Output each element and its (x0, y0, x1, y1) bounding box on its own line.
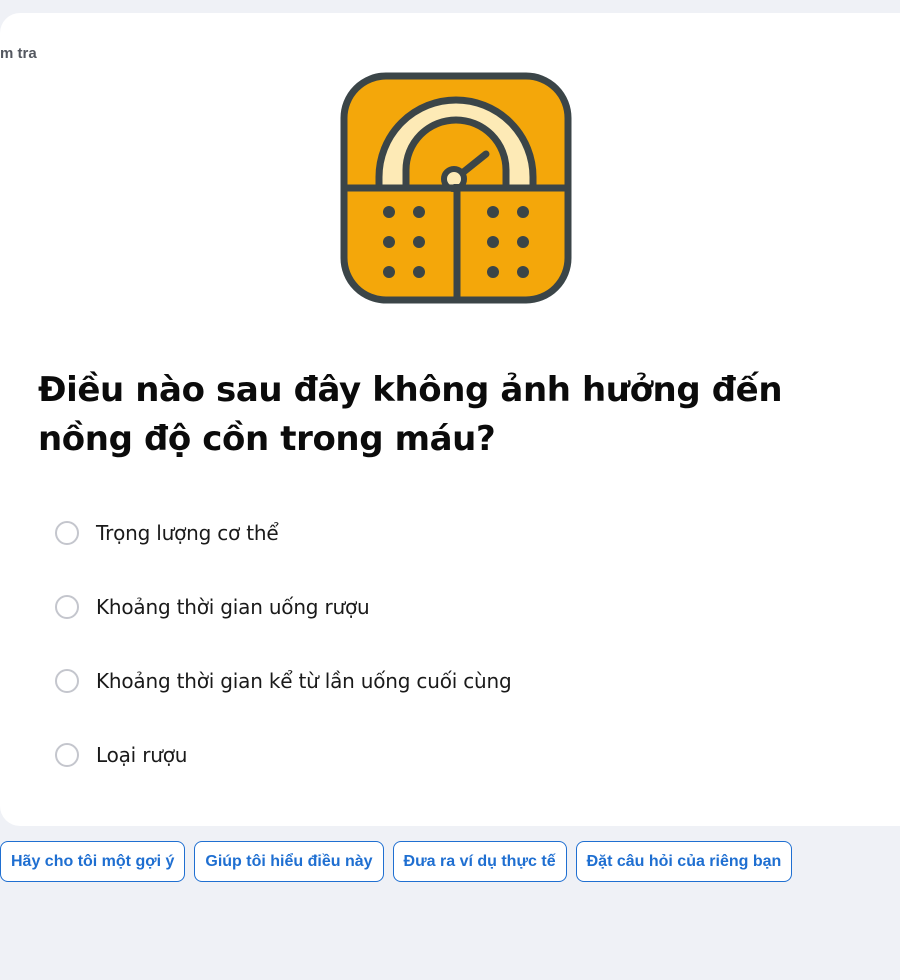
explain-button[interactable]: Giúp tôi hiểu điều này (194, 841, 384, 882)
answer-option-label: Khoảng thời gian uống rượu (96, 595, 370, 619)
suggestion-chips: Hãy cho tôi một gợi ý Giúp tôi hiểu điều… (0, 841, 793, 882)
answer-option-3[interactable]: Khoảng thời gian kể từ lần uống cuối cùn… (55, 660, 815, 702)
answer-option-label: Loại rượu (96, 743, 188, 767)
real-example-button[interactable]: Đưa ra ví dụ thực tế (392, 841, 567, 882)
answer-option-2[interactable]: Khoảng thời gian uống rượu (55, 586, 815, 628)
answer-option-1[interactable]: Trọng lượng cơ thể (55, 512, 815, 554)
radio-button-2[interactable] (55, 595, 79, 619)
hint-button[interactable]: Hãy cho tôi một gợi ý (0, 841, 186, 882)
card-label: m tra (0, 45, 37, 62)
answer-option-4[interactable]: Loại rượu (55, 734, 815, 776)
radio-button-4[interactable] (55, 743, 79, 767)
radio-button-3[interactable] (55, 669, 79, 693)
radio-button-1[interactable] (55, 521, 79, 545)
answer-option-label: Khoảng thời gian kể từ lần uống cuối cùn… (96, 669, 512, 693)
answer-options: Trọng lượng cơ thể Khoảng thời gian uống… (55, 512, 815, 808)
question-text: Điều nào sau đây không ảnh hưởng đến nồn… (38, 370, 783, 459)
ask-own-question-button[interactable]: Đặt câu hỏi của riêng bạn (575, 841, 793, 882)
weighing-scale-icon (340, 72, 572, 304)
answer-option-label: Trọng lượng cơ thể (96, 521, 279, 545)
